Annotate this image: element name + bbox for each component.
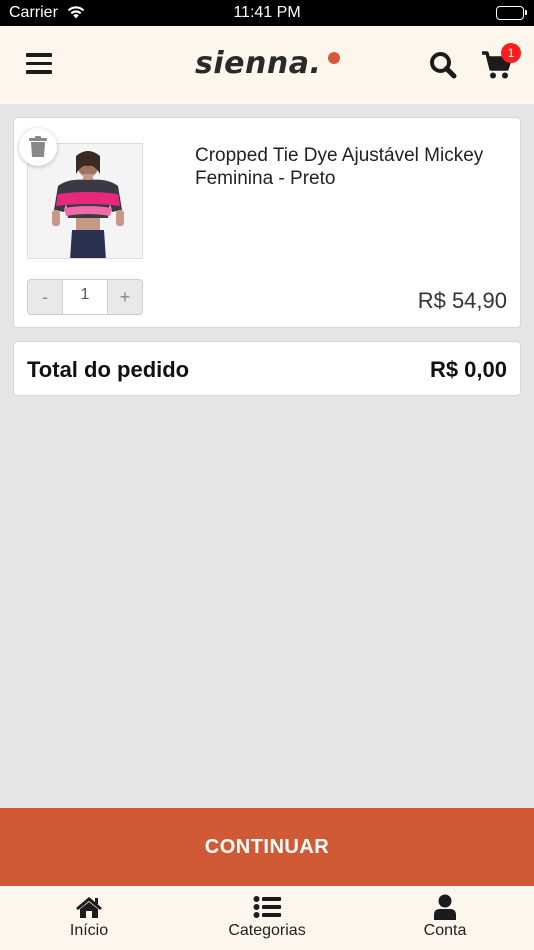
home-icon <box>9 894 169 920</box>
tab-account[interactable]: Conta <box>365 894 525 940</box>
product-price: R$ 54,90 <box>417 288 507 313</box>
continue-button[interactable]: CONTINUAR <box>0 808 534 886</box>
order-total-value: R$ 0,00 <box>429 357 507 382</box>
menu-icon <box>26 53 52 57</box>
tab-categories[interactable]: Categorias <box>187 894 347 940</box>
battery-icon <box>496 6 527 20</box>
increase-quantity-button[interactable]: + <box>108 280 142 314</box>
brand-logo[interactable]: sienna. <box>195 46 340 86</box>
menu-button[interactable] <box>26 53 52 75</box>
tab-home[interactable]: Início <box>9 894 169 940</box>
cart-count-badge: 1 <box>501 43 521 63</box>
clock: 11:41 PM <box>233 4 301 21</box>
decrease-quantity-button[interactable]: - <box>28 280 62 314</box>
tab-account-label: Conta <box>423 922 467 939</box>
search-icon <box>430 52 457 79</box>
quantity-stepper: - 1 + <box>27 279 143 315</box>
tab-home-label: Início <box>69 922 109 939</box>
logo-dot <box>328 52 340 64</box>
app-header: sienna. 1 <box>0 26 534 104</box>
cart-item-card: Cropped Tie Dye Ajustável Mickey Feminin… <box>13 117 521 328</box>
order-total-card: Total do pedido R$ 0,00 <box>13 341 521 396</box>
logo-text: sienna. <box>195 46 322 81</box>
product-name[interactable]: Cropped Tie Dye Ajustável Mickey Feminin… <box>195 144 510 190</box>
remove-item-button[interactable] <box>19 128 57 166</box>
list-icon <box>187 894 347 920</box>
trash-icon <box>29 136 47 157</box>
tab-categories-label: Categorias <box>228 922 306 939</box>
user-icon <box>365 894 525 920</box>
bottom-tab-bar: Início Categorias Conta <box>0 886 534 950</box>
search-button[interactable] <box>428 50 458 80</box>
quantity-input[interactable]: 1 <box>62 280 108 314</box>
status-bar: Carrier 11:41 PM <box>0 0 534 26</box>
order-total-label: Total do pedido <box>27 357 190 382</box>
